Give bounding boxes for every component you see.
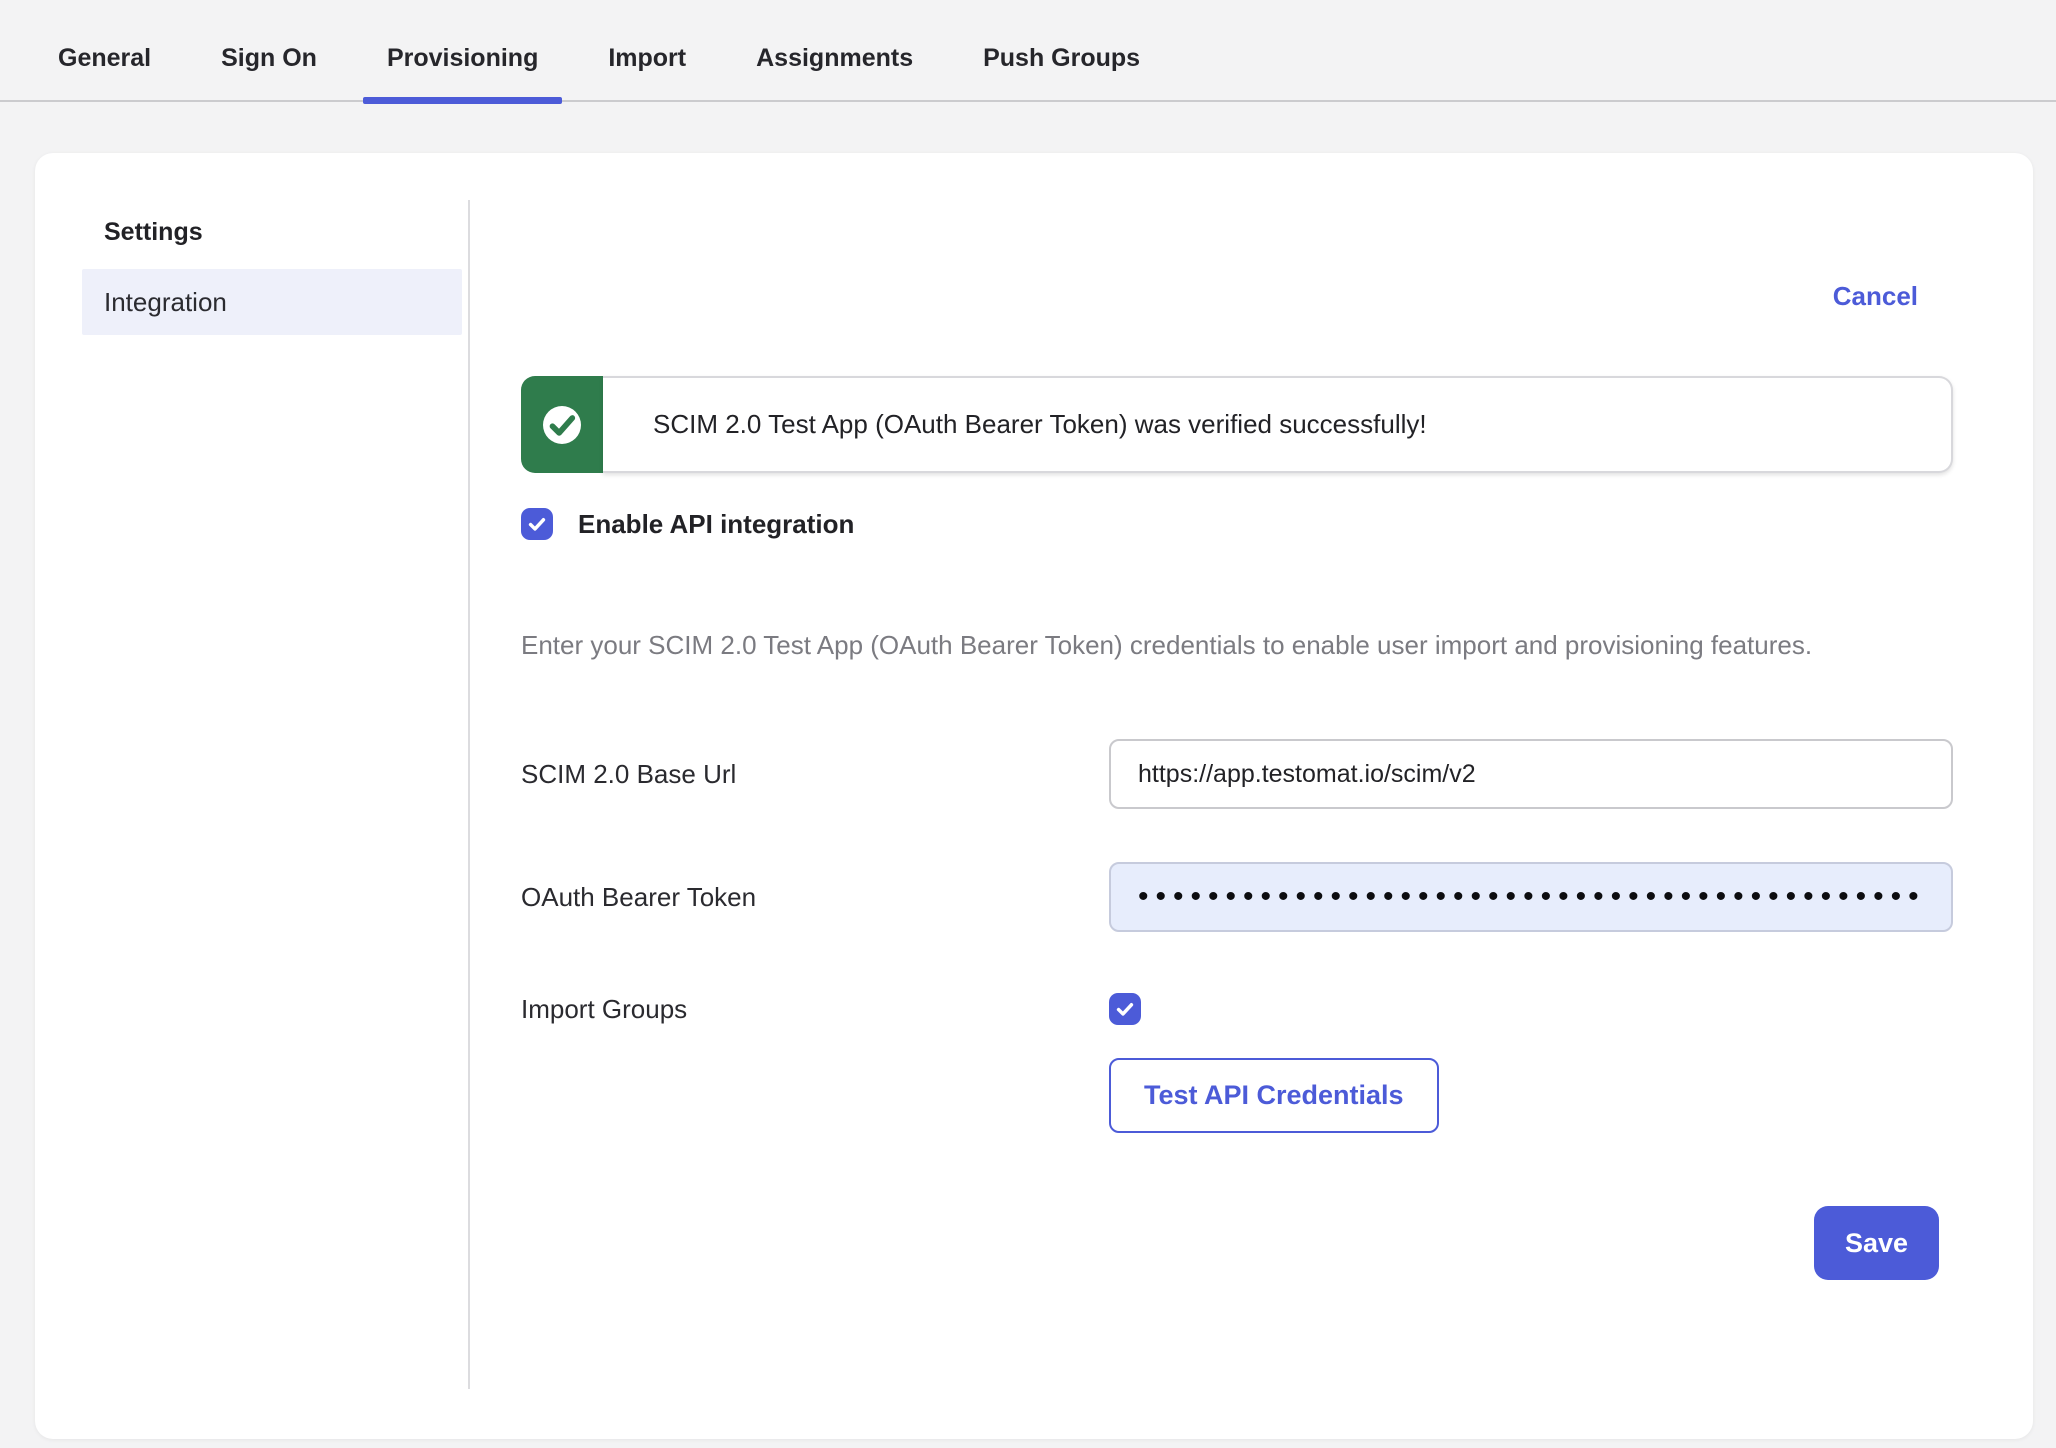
tab-provisioning[interactable]: Provisioning [363, 16, 562, 100]
test-api-credentials-button[interactable]: Test API Credentials [1109, 1058, 1439, 1133]
import-groups-row: Import Groups [521, 993, 1953, 1025]
import-groups-checkbox[interactable] [1109, 993, 1141, 1025]
sidebar-item-label: Integration [104, 287, 227, 318]
integration-panel: Cancel SCIM 2.0 Test App (OAuth Bearer T… [470, 153, 2033, 1439]
test-credentials-row: Test API Credentials [521, 1058, 1953, 1133]
app-tab-bar: General Sign On Provisioning Import Assi… [0, 0, 2056, 102]
settings-sidebar: Settings Integration [35, 153, 468, 1439]
banner-message-box: SCIM 2.0 Test App (OAuth Bearer Token) w… [603, 376, 1953, 473]
tab-push-groups[interactable]: Push Groups [959, 16, 1164, 100]
tab-import[interactable]: Import [584, 16, 710, 100]
sidebar-item-integration[interactable]: Integration [82, 269, 462, 335]
enable-api-row: Enable API integration [521, 508, 1953, 540]
enable-api-label: Enable API integration [578, 509, 854, 540]
oauth-token-input[interactable] [1109, 862, 1953, 932]
provisioning-page: General Sign On Provisioning Import Assi… [0, 0, 2056, 1448]
cancel-row: Cancel [521, 281, 1953, 312]
check-icon [1114, 998, 1136, 1020]
tab-sign-on[interactable]: Sign On [197, 16, 341, 100]
cancel-link[interactable]: Cancel [1833, 281, 1918, 311]
scim-base-url-row: SCIM 2.0 Base Url [521, 739, 1953, 809]
tab-assignments[interactable]: Assignments [732, 16, 937, 100]
credentials-description: Enter your SCIM 2.0 Test App (OAuth Bear… [521, 622, 1921, 669]
credentials-form: SCIM 2.0 Base Url OAuth Bearer Token Imp… [521, 739, 1953, 1133]
tab-general[interactable]: General [34, 16, 175, 100]
enable-api-checkbox[interactable] [521, 508, 553, 540]
scim-base-url-input[interactable] [1109, 739, 1953, 809]
banner-message: SCIM 2.0 Test App (OAuth Bearer Token) w… [653, 409, 1427, 440]
success-banner: SCIM 2.0 Test App (OAuth Bearer Token) w… [521, 376, 1953, 473]
save-button[interactable]: Save [1814, 1206, 1939, 1280]
check-icon [526, 513, 548, 535]
import-groups-label: Import Groups [521, 994, 1109, 1025]
scim-base-url-label: SCIM 2.0 Base Url [521, 759, 1109, 790]
oauth-token-label: OAuth Bearer Token [521, 882, 1109, 913]
save-row: Save [521, 1206, 1953, 1280]
settings-card: Settings Integration Cancel [35, 153, 2033, 1439]
sidebar-heading: Settings [35, 218, 468, 247]
oauth-token-row: OAuth Bearer Token [521, 862, 1953, 932]
banner-icon-section [521, 376, 603, 473]
check-circle-icon [543, 406, 581, 444]
